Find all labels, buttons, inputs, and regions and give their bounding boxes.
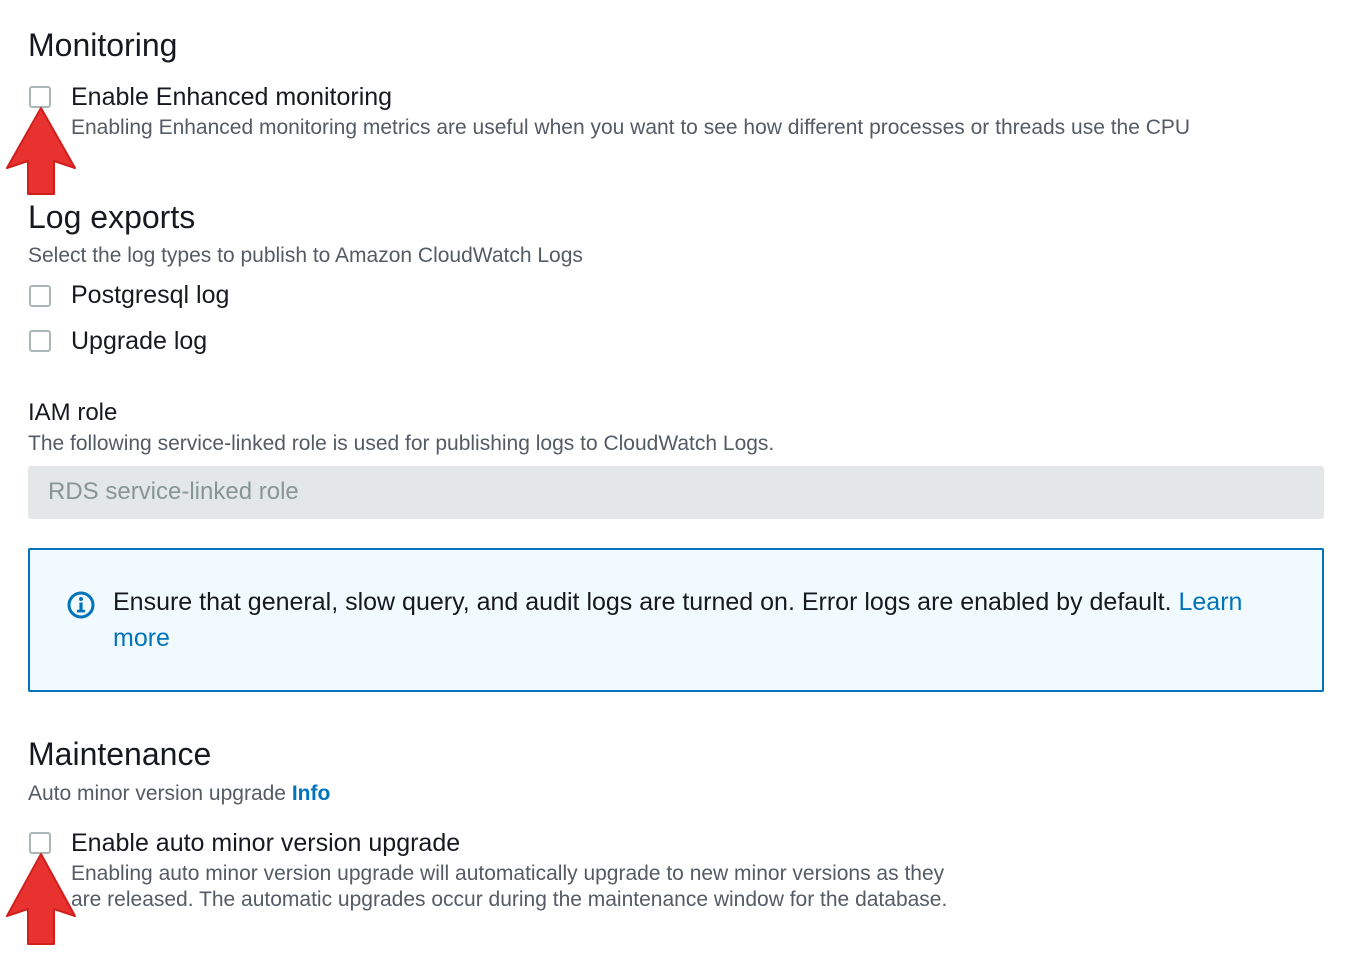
auto-upgrade-sublabel: Auto minor version upgrade Info — [28, 781, 330, 807]
red-arrow-icon — [6, 107, 76, 195]
iam-role-title: IAM role — [28, 399, 118, 426]
enhanced-monitoring-checkbox[interactable] — [29, 86, 51, 108]
upgrade-log-checkbox[interactable] — [29, 330, 51, 352]
log-exports-description: Select the log types to publish to Amazo… — [28, 244, 583, 267]
iam-role-description: The following service-linked role is use… — [28, 432, 775, 455]
upgrade-log-label[interactable]: Upgrade log — [71, 326, 207, 356]
auto-upgrade-description: Enabling auto minor version upgrade will… — [71, 862, 948, 911]
maintenance-heading: Maintenance — [28, 736, 212, 772]
enhanced-monitoring-description: Enabling Enhanced monitoring metrics are… — [71, 116, 1191, 139]
info-link[interactable]: Info — [292, 782, 330, 805]
info-alert: Ensure that general, slow query, and aud… — [28, 548, 1324, 692]
auto-upgrade-sublabel-text: Auto minor version upgrade — [28, 782, 286, 805]
postgresql-log-checkbox[interactable] — [29, 285, 51, 307]
alert-message: Ensure that general, slow query, and aud… — [113, 584, 1293, 656]
auto-upgrade-checkbox[interactable] — [29, 832, 51, 854]
auto-upgrade-label[interactable]: Enable auto minor version upgrade — [71, 828, 460, 858]
info-icon — [67, 591, 95, 619]
postgresql-log-label[interactable]: Postgresql log — [71, 280, 229, 310]
monitoring-heading: Monitoring — [28, 27, 178, 63]
iam-role-field: RDS service-linked role — [28, 466, 1324, 519]
alert-text: Ensure that general, slow query, and aud… — [113, 588, 1172, 616]
enhanced-monitoring-label[interactable]: Enable Enhanced monitoring — [71, 82, 392, 112]
log-exports-heading: Log exports — [28, 199, 196, 235]
red-arrow-icon — [6, 853, 76, 945]
